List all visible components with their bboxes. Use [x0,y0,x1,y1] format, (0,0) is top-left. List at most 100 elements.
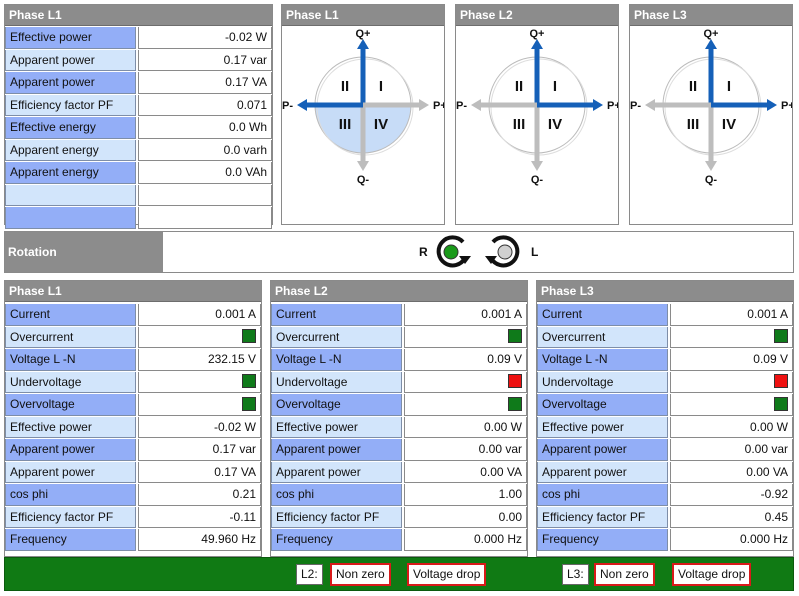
axis-label-top: Q+ [704,28,719,40]
row-value: 0.0 VAh [138,162,272,184]
row-label: Effective power [271,416,402,438]
axis-label-bottom: Q- [357,174,370,186]
data-row: Overvoltage [271,394,527,417]
row-label: Efficiency factor PF [537,506,668,528]
row-label: Efficiency factor PF [271,506,402,528]
l2-non-zero-button[interactable]: Non zero [330,563,391,586]
row-value: 0.45 [670,506,793,528]
axis-label-right: P+ [607,100,618,112]
diagram-title: Phase L2 [456,5,618,26]
axis-label-right: P+ [433,100,444,112]
top-phase-panel: Phase L1 Effective power -0.02 W Apparent … [4,4,273,230]
phase-diagram-l3: Phase L3 Q+ Q- P- P+ I II III IV [629,4,793,225]
data-row [5,184,272,207]
quadrant-diagram: Q+ Q- P- P+ I II III IV [282,26,444,223]
row-value: 0.001 A [404,304,527,326]
phase-panel-l1: Phase L1 Current 0.001 A Overcurrent Voltag… [4,280,262,557]
status-indicator-icon [242,329,256,344]
row-value: 0.071 [138,94,272,116]
l3-voltage-drop-button[interactable]: Voltage drop [672,563,752,586]
data-row: Voltage L -N 0.09 V [271,349,527,372]
row-label: Overcurrent [271,326,402,348]
quadrant-label-q2: II [515,78,523,95]
data-row: Frequency 49.960 Hz [5,529,261,552]
phase-diagram-l2: Phase L2 Q+ Q- P- P+ I II III IV [455,4,619,225]
axis-label-left: P- [630,100,641,112]
row-label: Overvoltage [537,394,668,416]
arrow-qminus-head [531,161,543,171]
data-row: Effective power 0.00 W [271,416,527,439]
data-row: Effective power 0.00 W [537,416,793,439]
data-row: Apparent power 0.00 var [537,439,793,462]
row-label: Current [271,304,402,326]
row-value: -0.02 W [138,416,261,438]
row-value: -0.92 [670,484,793,506]
status-indicator-icon [242,396,256,411]
row-label: Apparent energy [5,139,136,161]
row-label: Frequency [271,529,402,551]
data-row: Current 0.001 A [271,304,527,327]
data-row: Current 0.001 A [5,304,261,327]
row-label: Voltage L -N [5,349,136,371]
row-label: Apparent power [537,461,668,483]
l3-non-zero-button[interactable]: Non zero [594,563,655,586]
quadrant-label-q4: IV [374,116,388,133]
data-row: Apparent power 0.00 VA [271,461,527,484]
data-row: Overcurrent [5,326,261,349]
arrow-pminus-head [297,99,307,111]
data-row: Efficiency factor PF 0.071 [5,94,272,117]
row-value [138,394,261,416]
data-row: Undervoltage [537,371,793,394]
row-label: Apparent power [5,72,136,94]
phase-rows: Current 0.001 A Overcurrent Voltage L -N 232… [5,302,261,552]
row-label: cos phi [271,484,402,506]
data-row: cos phi -0.92 [537,484,793,507]
row-label: Overvoltage [271,394,402,416]
data-row: Efficiency factor PF 0.00 [271,506,527,529]
row-label: Apparent power [5,461,136,483]
row-label: Apparent power [5,439,136,461]
l2-voltage-drop-button[interactable]: Voltage drop [407,563,487,586]
row-value: 0.0 Wh [138,117,272,139]
phase-panel-l2: Phase L2 Current 0.001 A Overcurrent Voltag… [270,280,528,557]
row-label: cos phi [537,484,668,506]
row-label: Effective energy [5,117,136,139]
data-row: Apparent power 0.00 VA [537,461,793,484]
row-value [404,394,527,416]
quadrant-label-q1: I [727,78,731,95]
data-row: Overvoltage [5,394,261,417]
row-label [5,184,136,206]
quadrant-label-q2: II [689,78,697,95]
data-row: cos phi 1.00 [271,484,527,507]
row-value: 49.960 Hz [138,529,261,551]
data-row: Overcurrent [271,326,527,349]
row-label: Frequency [5,529,136,551]
data-row: cos phi 0.21 [5,484,261,507]
quadrant-label-q1: I [553,78,557,95]
quadrant-label-q3: III [687,116,700,133]
data-row: Frequency 0.000 Hz [537,529,793,552]
status-bar: L2: Non zero Voltage drop L3: Non zero V… [4,557,794,591]
data-row: Apparent power 0.17 VA [5,72,272,95]
row-value: 0.17 VA [138,72,272,94]
phase-rows: Current 0.001 A Overcurrent Voltage L -N 0.0… [537,302,793,552]
quadrant-label-q4: IV [722,116,736,133]
row-label: Apparent power [5,49,136,71]
row-value [138,184,272,206]
axis-label-left: P- [282,100,293,112]
quadrant-label-q3: III [513,116,526,133]
quadrant-diagram: Q+ Q- P- P+ I II III IV [456,26,618,223]
panel-title: Phase L1 [5,5,272,26]
row-label: Effective power [537,416,668,438]
data-row: Efficiency factor PF 0.45 [537,506,793,529]
row-label [5,207,136,229]
axis-label-bottom: Q- [531,174,544,186]
data-row: Current 0.001 A [537,304,793,327]
row-label: Undervoltage [537,371,668,393]
row-value: 0.17 var [138,439,261,461]
quadrant-label-q4: IV [548,116,562,133]
data-row: Apparent energy 0.0 VAh [5,162,272,185]
status-indicator-icon [774,396,788,411]
rotation-right-label: R [419,245,428,259]
row-label: Current [5,304,136,326]
